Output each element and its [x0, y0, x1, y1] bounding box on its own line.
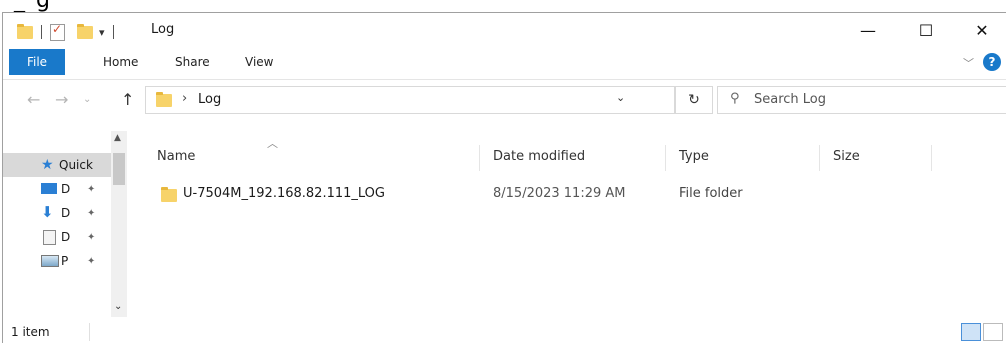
- nav-item-pictures[interactable]: P ✦: [3, 249, 111, 273]
- window-title: Log: [151, 22, 175, 37]
- scroll-up-icon[interactable]: ▲: [114, 133, 121, 143]
- refresh-icon[interactable]: ↻: [675, 86, 713, 114]
- explorer-window: ▾ Log — ☐ ✕ File Home Share View ﹀ ? ← →…: [2, 12, 1006, 343]
- forward-arrow-icon[interactable]: →: [55, 90, 68, 109]
- scroll-thumb[interactable]: [113, 153, 125, 185]
- large-icons-view-icon[interactable]: [983, 323, 1003, 341]
- nav-item-label: D: [61, 230, 71, 244]
- navigation-bar: ← → ⌄ ↑ › Log ⌄ ↻ ⚲ Search Log: [3, 79, 1006, 120]
- pin-icon: ✦: [87, 231, 96, 243]
- column-name[interactable]: Name: [157, 149, 195, 164]
- ribbon: File Home Share View ﹀ ?: [3, 49, 1006, 77]
- column-divider[interactable]: [931, 145, 932, 171]
- column-headers: ︿ Name Date modified Type Size: [127, 137, 1006, 171]
- desktop-icon: [41, 183, 57, 194]
- breadcrumb-log[interactable]: Log: [198, 92, 221, 107]
- column-divider[interactable]: [479, 145, 480, 171]
- search-icon: ⚲: [730, 91, 740, 106]
- address-bar[interactable]: › Log ⌄: [145, 86, 675, 114]
- quick-access-toolbar: ▾: [17, 22, 122, 41]
- pictures-icon: [41, 255, 59, 267]
- tab-file[interactable]: File: [9, 49, 65, 75]
- nav-item-label: D: [61, 206, 71, 220]
- nav-item-downloads[interactable]: ⬇ D ✦: [3, 201, 111, 225]
- nav-item-documents[interactable]: D ✦: [3, 225, 111, 249]
- folder-icon: [156, 92, 172, 107]
- new-folder-icon[interactable]: [77, 23, 93, 39]
- download-icon: ⬇: [41, 203, 54, 221]
- breadcrumb-separator: ›: [182, 91, 188, 106]
- chevron-down-icon[interactable]: ⌄: [616, 91, 625, 104]
- details-view-icon[interactable]: [961, 323, 981, 341]
- column-type[interactable]: Type: [679, 149, 709, 164]
- nav-scrollbar[interactable]: ▲ ⌄: [111, 131, 127, 317]
- file-name: U-7504M_192.168.82.111_LOG: [183, 186, 385, 201]
- divider: [89, 323, 90, 341]
- close-button[interactable]: ✕: [959, 13, 1005, 47]
- document-icon: [43, 230, 56, 245]
- minimize-button[interactable]: —: [845, 13, 891, 47]
- item-count: 1 item: [11, 325, 50, 339]
- maximize-button[interactable]: ☐: [903, 13, 949, 47]
- divider: [112, 25, 114, 39]
- folder-icon: [161, 187, 177, 202]
- nav-item-label: P: [61, 254, 69, 268]
- title-bar: ▾ Log — ☐ ✕: [3, 13, 1006, 49]
- folder-icon[interactable]: [17, 23, 33, 39]
- file-type: File folder: [679, 186, 743, 201]
- customize-toolbar-icon[interactable]: ▾: [99, 26, 105, 39]
- pin-icon: ✦: [87, 207, 96, 219]
- nav-item-quick-access[interactable]: ★ Quick: [3, 153, 111, 177]
- expand-ribbon-icon[interactable]: ﹀: [963, 55, 974, 71]
- tab-share[interactable]: Share: [175, 55, 210, 69]
- nav-item-label: Quick: [59, 158, 93, 172]
- sort-ascending-icon: ︿: [267, 137, 278, 150]
- search-placeholder: Search Log: [754, 92, 827, 107]
- pin-icon: ✦: [87, 183, 96, 195]
- column-divider[interactable]: [819, 145, 820, 171]
- tab-view[interactable]: View: [245, 55, 273, 69]
- help-icon[interactable]: ?: [983, 53, 1001, 71]
- star-icon: ★: [41, 157, 54, 173]
- tab-home[interactable]: Home: [103, 55, 138, 69]
- back-arrow-icon[interactable]: ←: [27, 90, 40, 109]
- divider: [41, 25, 42, 39]
- navigation-pane: ★ Quick D ✦ ⬇ D ✦ D ✦ P ✦ ▲ ⌄: [3, 131, 127, 317]
- search-input[interactable]: ⚲ Search Log: [717, 86, 1006, 114]
- file-row[interactable]: U-7504M_192.168.82.111_LOG 8/15/2023 11:…: [127, 181, 1006, 207]
- recent-locations-icon[interactable]: ⌄: [83, 94, 91, 105]
- nav-item-label: D: [61, 182, 71, 196]
- column-date-modified[interactable]: Date modified: [493, 149, 585, 164]
- nav-item-desktop[interactable]: D ✦: [3, 177, 111, 201]
- pin-icon: ✦: [87, 255, 96, 267]
- file-date: 8/15/2023 11:29 AM: [493, 186, 626, 201]
- up-arrow-icon[interactable]: ↑: [121, 90, 134, 109]
- scroll-down-icon[interactable]: ⌄: [114, 301, 122, 312]
- status-bar: 1 item: [3, 317, 1006, 343]
- properties-icon[interactable]: [50, 22, 65, 41]
- column-divider[interactable]: [665, 145, 666, 171]
- column-size[interactable]: Size: [833, 149, 860, 164]
